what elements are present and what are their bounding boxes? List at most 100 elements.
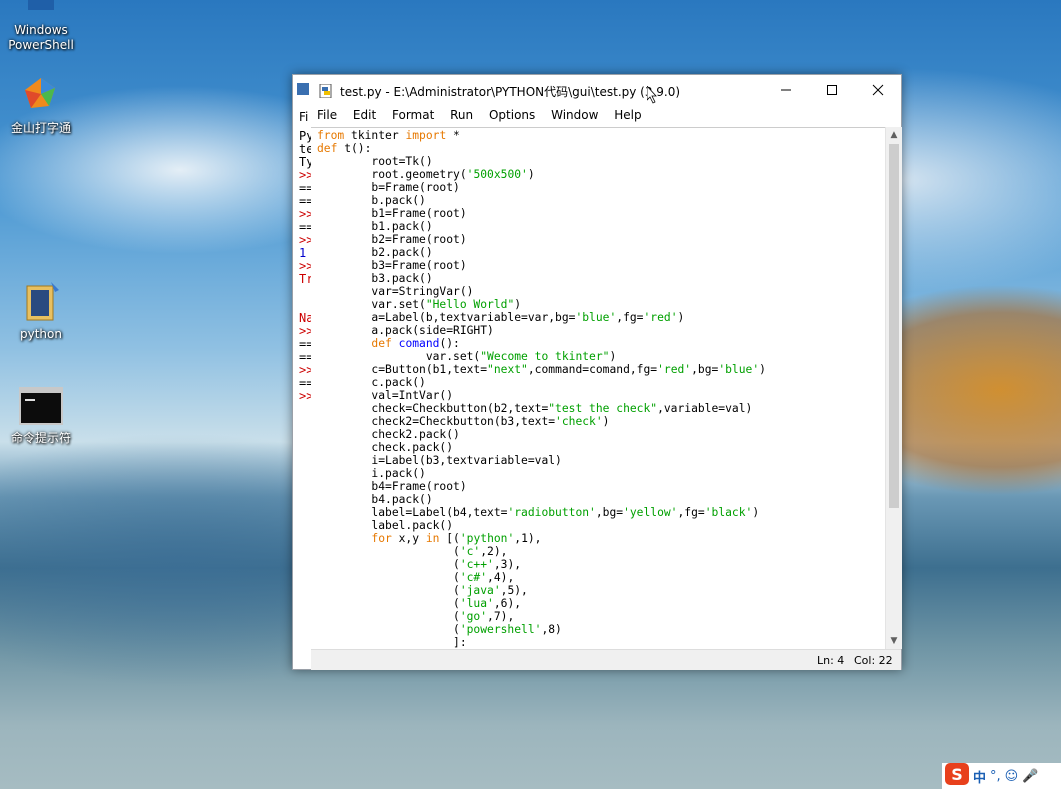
- code-token: ,6),: [493, 597, 522, 610]
- code-line: b3.pack(): [317, 272, 432, 285]
- code-editor[interactable]: from tkinter import * def t(): root=Tk()…: [311, 127, 885, 650]
- scroll-down-arrow-icon[interactable]: ▼: [886, 633, 902, 649]
- code-token: b4.pack(): [317, 493, 433, 506]
- menu-help[interactable]: Help: [608, 105, 647, 122]
- code-token: var.set(: [317, 350, 481, 363]
- code-text: from tkinter import * def t(): root=Tk()…: [317, 129, 766, 649]
- code-token: (: [317, 545, 460, 558]
- code-token: label=Label(b4,text=: [317, 506, 508, 519]
- code-line: ('c',2),: [317, 545, 507, 558]
- code-token: ,8): [541, 623, 562, 636]
- code-token: 'c#': [459, 571, 488, 584]
- code-token: 'go': [459, 610, 488, 623]
- code-token: 'black': [704, 506, 753, 519]
- code-line: root.geometry('500x500'): [317, 168, 534, 181]
- svg-text:S: S: [951, 765, 963, 784]
- python-folder-icon: [19, 280, 63, 324]
- code-line: ('java',5),: [317, 584, 528, 597]
- title-bar[interactable]: test.py - E:\Administrator\PYTHON代码\gui\…: [311, 75, 901, 105]
- sogou-ime-icon[interactable]: S: [945, 763, 969, 789]
- code-token: "Hello World": [425, 298, 515, 311]
- code-token: b.pack(): [317, 194, 426, 207]
- code-token: i=Label(b3,textvariable=val): [317, 454, 562, 467]
- menu-bar: File Edit Format Run Options Window Help: [311, 105, 901, 127]
- code-token: i.pack(): [317, 467, 426, 480]
- minimize-button[interactable]: [763, 75, 809, 105]
- code-token: (: [317, 584, 460, 597]
- vertical-scrollbar[interactable]: ▲ ▼: [885, 127, 902, 649]
- code-token: 'c++': [459, 558, 494, 571]
- shell-menu-file[interactable]: Fi: [299, 110, 308, 124]
- code-token: check2=Checkbutton(b3,text=: [317, 415, 556, 428]
- code-line: check2.pack(): [317, 428, 459, 441]
- code-line: from tkinter import *: [317, 129, 460, 142]
- command-prompt-icon: [19, 384, 63, 428]
- code-line: b4.pack(): [317, 493, 433, 506]
- code-token: "next": [487, 363, 528, 376]
- code-token: 'java': [459, 584, 501, 597]
- maximize-button[interactable]: [809, 75, 855, 105]
- ime-mode-label[interactable]: 中: [973, 767, 986, 786]
- code-token: a=Label(b,textvariable=var,bg=: [317, 311, 576, 324]
- code-token: ,4),: [487, 571, 515, 584]
- code-line: b=Frame(root): [317, 181, 460, 194]
- menu-format[interactable]: Format: [386, 105, 440, 122]
- code-token: ,5),: [500, 584, 528, 597]
- status-column: Col: 22: [854, 654, 893, 667]
- code-token: b4=Frame(root): [317, 480, 467, 493]
- code-token: "test the check": [548, 402, 658, 415]
- code-token: b2.pack(): [317, 246, 433, 259]
- code-line: check.pack(): [317, 441, 453, 454]
- code-token: a.pack(side=RIGHT): [317, 324, 494, 337]
- close-button[interactable]: [855, 75, 901, 105]
- menu-options[interactable]: Options: [483, 105, 541, 122]
- code-token: 'python': [459, 532, 515, 545]
- code-token: ): [759, 363, 766, 376]
- code-token: def: [317, 142, 338, 155]
- emoji-icon[interactable]: ☺: [1005, 769, 1019, 784]
- code-token: label.pack(): [317, 519, 454, 532]
- scroll-up-arrow-icon[interactable]: ▲: [886, 127, 902, 143]
- mouse-cursor-icon: [646, 84, 657, 104]
- code-token: (: [317, 558, 460, 571]
- code-token: root.geometry(: [317, 168, 467, 181]
- code-token: b1=Frame(root): [317, 207, 467, 220]
- code-token: ,fg=: [677, 506, 705, 519]
- desktop-icon-python[interactable]: python: [1, 280, 81, 342]
- code-token: ,bg=: [595, 506, 624, 519]
- jinshan-typing-icon: [19, 74, 63, 118]
- desktop-icon-jinshan[interactable]: 金山打字通: [1, 74, 81, 136]
- menu-run[interactable]: Run: [444, 105, 479, 122]
- code-token: b=Frame(root): [317, 181, 460, 194]
- menu-file[interactable]: File: [311, 105, 343, 122]
- code-token: (: [317, 610, 460, 623]
- menu-edit[interactable]: Edit: [347, 105, 382, 122]
- microphone-icon[interactable]: 🎤: [1022, 769, 1038, 784]
- desktop-icon-cmd[interactable]: 命令提示符: [1, 384, 81, 446]
- ime-toolbar: S 中 °, ☺ 🎤: [942, 763, 1061, 789]
- desktop-icon-powershell[interactable]: Windows PowerShell: [1, 0, 81, 53]
- python-file-icon: [319, 83, 333, 99]
- scrollbar-thumb[interactable]: [889, 144, 899, 508]
- code-token: c.pack(): [317, 376, 426, 389]
- code-token: 'radiobutton': [507, 506, 596, 519]
- shell-line: 1: [299, 246, 307, 260]
- code-line: c=Button(b1,text="next",command=comand,f…: [317, 363, 766, 376]
- code-line: for x,y in [('python',1),: [317, 532, 541, 545]
- menu-window[interactable]: Window: [545, 105, 604, 122]
- code-token: 'blue': [575, 311, 617, 324]
- code-token: ): [609, 350, 617, 363]
- ime-punctuation[interactable]: °,: [990, 769, 1001, 784]
- code-token: b2=Frame(root): [317, 233, 467, 246]
- code-token: in: [425, 532, 440, 545]
- code-token: root=Tk(): [317, 155, 433, 168]
- python-shell-window[interactable]: Fi PyteTy>>====>>==>>1>>TrNa>>====>>==>>: [293, 75, 312, 669]
- powershell-icon: [19, 0, 63, 20]
- code-token: 'blue': [718, 363, 760, 376]
- code-token: [(: [439, 532, 460, 545]
- code-line: root=Tk(): [317, 155, 433, 168]
- code-line: ('go',7),: [317, 610, 514, 623]
- code-token: 'powershell': [459, 623, 542, 636]
